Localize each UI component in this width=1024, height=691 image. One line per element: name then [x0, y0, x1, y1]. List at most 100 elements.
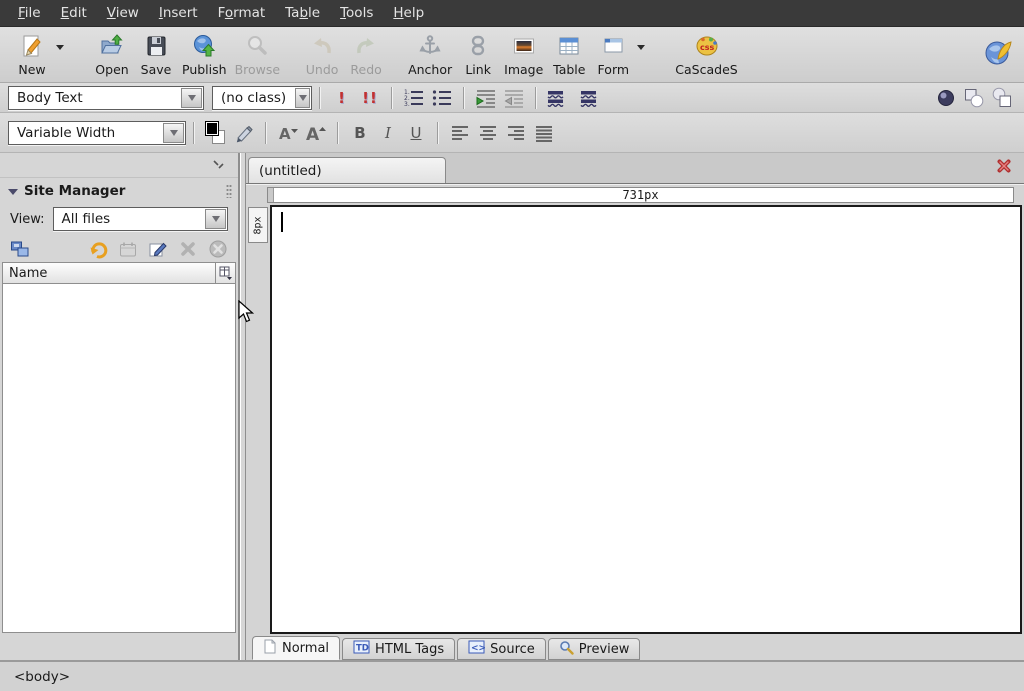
- menu-help[interactable]: Help: [383, 1, 434, 25]
- tab-html-tags[interactable]: TD HTML Tags: [342, 638, 455, 660]
- italic-icon[interactable]: I: [376, 121, 400, 145]
- bring-to-front-icon[interactable]: [962, 86, 986, 110]
- chevron-down-icon[interactable]: [181, 88, 202, 108]
- menu-format[interactable]: Format: [208, 1, 276, 25]
- document-canvas[interactable]: [270, 205, 1022, 634]
- emphasis-icon[interactable]: !: [330, 86, 354, 110]
- align-right-icon[interactable]: [504, 121, 528, 145]
- new-dropdown-arrow-icon[interactable]: [56, 45, 64, 50]
- menu-view[interactable]: View: [97, 1, 149, 25]
- smaller-font-icon[interactable]: A: [276, 121, 300, 145]
- larger-font-icon[interactable]: A: [304, 121, 328, 145]
- redo-button: Redo: [344, 32, 388, 78]
- editor-area: (untitled) 731px 8px: [246, 153, 1024, 660]
- remove-icon: [178, 239, 198, 259]
- tab-source[interactable]: <> Source: [457, 638, 546, 660]
- kompozer-logo-icon: [982, 36, 1016, 74]
- document-tab-bar: (untitled): [246, 153, 1024, 184]
- highlight-pen-icon[interactable]: [232, 121, 256, 145]
- bold-icon[interactable]: B: [348, 121, 372, 145]
- image-button[interactable]: Image: [500, 32, 547, 78]
- menu-edit[interactable]: Edit: [51, 1, 97, 25]
- form-window-icon: [601, 34, 625, 62]
- form-button[interactable]: Form: [591, 32, 635, 78]
- table-button[interactable]: Table: [547, 32, 591, 78]
- grippy-icon[interactable]: [226, 184, 232, 198]
- status-bar: <body>: [0, 660, 1024, 691]
- document-tab[interactable]: (untitled): [248, 157, 446, 183]
- site-file-tree[interactable]: [2, 284, 236, 633]
- save-button[interactable]: Save: [134, 32, 178, 78]
- chevron-down-icon[interactable]: [295, 88, 310, 108]
- sidebar-splitter[interactable]: [238, 153, 246, 660]
- publish-button[interactable]: Publish: [178, 32, 231, 78]
- open-button[interactable]: Open: [90, 32, 134, 78]
- anchor-button[interactable]: Anchor: [404, 32, 456, 78]
- ruler-handle[interactable]: [268, 188, 274, 202]
- text-color-picker[interactable]: [205, 121, 227, 145]
- ruler-height-label: 8px: [253, 216, 264, 234]
- new-item-icon: [118, 239, 138, 259]
- link-button[interactable]: Link: [456, 32, 500, 78]
- vertical-ruler[interactable]: 8px: [248, 207, 268, 243]
- panel-title: Site Manager: [24, 183, 226, 199]
- font-select[interactable]: Variable Width: [8, 121, 186, 145]
- svg-text:TD: TD: [356, 644, 369, 654]
- text-color-swatch[interactable]: [205, 121, 219, 136]
- horizontal-ruler[interactable]: 731px: [267, 187, 1014, 203]
- tab-preview[interactable]: Preview: [548, 638, 641, 660]
- ruler-row: 731px: [246, 184, 1024, 205]
- menu-tools[interactable]: Tools: [330, 1, 383, 25]
- outdent-icon[interactable]: [502, 86, 526, 110]
- image-photo-icon: [512, 34, 536, 62]
- format-toolbar-1: Body Text (no class) ! !! 1.2.3.: [0, 83, 1024, 113]
- paragraph-format-select[interactable]: Body Text: [8, 86, 204, 110]
- edit-icon[interactable]: [148, 239, 168, 259]
- form-dropdown-arrow-icon[interactable]: [637, 45, 645, 50]
- ruler-width-label: 731px: [622, 188, 658, 202]
- rtl-direction-icon[interactable]: [574, 86, 598, 110]
- edit-mode-tabs: Normal TD HTML Tags <> Source Preview: [246, 634, 1024, 660]
- chevron-down-icon[interactable]: [205, 209, 226, 229]
- cascades-button[interactable]: css CaScadeS: [671, 32, 741, 78]
- column-picker-icon[interactable]: [215, 263, 235, 283]
- numbered-list-icon[interactable]: 1.2.3.: [402, 86, 426, 110]
- class-select[interactable]: (no class): [212, 86, 312, 110]
- sidebar-collapse-icon[interactable]: [213, 158, 224, 173]
- svg-text:A: A: [306, 125, 320, 145]
- sidebar-top-strip: [0, 153, 238, 178]
- site-manager-panel: Site Manager View: All files: [0, 153, 238, 660]
- svg-text:3.: 3.: [404, 101, 410, 108]
- align-center-icon[interactable]: [476, 121, 500, 145]
- strong-emphasis-icon[interactable]: !!: [358, 86, 382, 110]
- menu-file[interactable]: File: [8, 1, 51, 25]
- new-button[interactable]: New: [10, 32, 54, 78]
- site-manager-header[interactable]: Site Manager: [0, 178, 238, 203]
- align-left-icon[interactable]: [448, 121, 472, 145]
- indent-icon[interactable]: [474, 86, 498, 110]
- bulleted-list-icon[interactable]: [430, 86, 454, 110]
- send-to-back-icon[interactable]: [990, 86, 1014, 110]
- ltr-direction-icon[interactable]: [546, 86, 570, 110]
- element-path[interactable]: <body>: [14, 669, 70, 685]
- refresh-icon[interactable]: [88, 239, 108, 259]
- new-page-icon: [20, 34, 44, 62]
- absolute-position-icon[interactable]: [934, 86, 958, 110]
- underline-icon[interactable]: U: [404, 121, 428, 145]
- twisty-down-icon[interactable]: [8, 189, 18, 195]
- chevron-down-icon[interactable]: [163, 123, 184, 143]
- source-code-icon: <>: [468, 640, 485, 658]
- tab-normal[interactable]: Normal: [252, 636, 340, 660]
- svg-text:<>: <>: [471, 644, 485, 654]
- browse-magnifier-icon: [245, 34, 269, 62]
- view-label: View:: [10, 212, 45, 227]
- name-column-header[interactable]: Name: [2, 262, 236, 284]
- menu-insert[interactable]: Insert: [149, 1, 208, 25]
- main-toolbar: New Open Save Publish Browse: [0, 27, 1024, 83]
- close-tab-icon[interactable]: [996, 158, 1012, 174]
- menu-table[interactable]: Table: [275, 1, 330, 25]
- view-select[interactable]: All files: [53, 207, 228, 231]
- edit-sites-icon[interactable]: [10, 239, 30, 259]
- stop-icon: [208, 239, 228, 259]
- justify-icon[interactable]: [532, 121, 556, 145]
